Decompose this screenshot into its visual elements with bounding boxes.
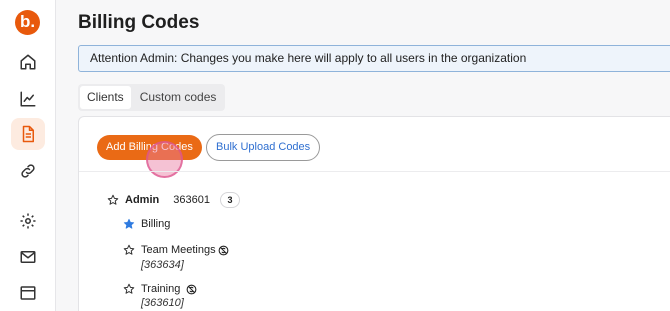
client-row-admin[interactable]: Admin 363601 3 [107,192,240,208]
code-name: Training [141,283,181,295]
client-code: 363601 [173,194,210,206]
tab-bar: Clients Custom codes [78,84,226,111]
divider [79,171,670,172]
nav-billing-codes[interactable] [11,118,45,150]
code-number: [363610] [141,297,184,309]
click-indicator [146,141,183,178]
nav-browser[interactable] [11,277,45,309]
main-content: Billing Codes Attention Admin: Changes y… [56,0,670,311]
star-outline-icon[interactable] [107,194,119,206]
code-row-training[interactable]: Training [123,283,197,295]
nav-messages[interactable] [11,241,45,273]
admin-notice-banner: Attention Admin: Changes you make here w… [78,45,670,72]
code-name: Team Meetings [141,244,216,256]
billing-codes-panel: Add Billing Codes Bulk Upload Codes Admi… [78,116,670,311]
star-outline-icon[interactable] [123,244,135,256]
chart-line-icon [20,91,36,107]
code-number: [363634] [141,259,184,271]
code-name: Billing [141,218,171,230]
page-title: Billing Codes [78,12,200,33]
tab-clients[interactable]: Clients [80,86,131,109]
link-icon [21,164,35,178]
browser-window-icon [20,286,36,300]
sidebar: b. [0,0,56,311]
star-outline-icon[interactable] [123,283,135,295]
tab-custom-codes[interactable]: Custom codes [133,86,224,109]
bulk-upload-codes-button[interactable]: Bulk Upload Codes [206,134,321,161]
non-billable-icon [186,284,197,294]
nav-home[interactable] [11,46,45,78]
document-icon [22,125,34,143]
nav-integrations[interactable] [11,155,45,187]
nav-settings[interactable] [11,205,45,237]
code-row-billing[interactable]: Billing [123,218,170,230]
code-row-team-meetings[interactable]: Team Meetings [123,244,229,256]
non-billable-icon [218,245,228,255]
star-filled-icon[interactable] [123,218,135,230]
count-badge: 3 [219,192,240,208]
gear-icon [20,213,36,229]
nav-analytics[interactable] [11,83,45,115]
client-name: Admin [125,194,160,206]
logo[interactable]: b. [15,10,40,35]
mail-icon [20,251,36,263]
home-icon [20,54,36,70]
